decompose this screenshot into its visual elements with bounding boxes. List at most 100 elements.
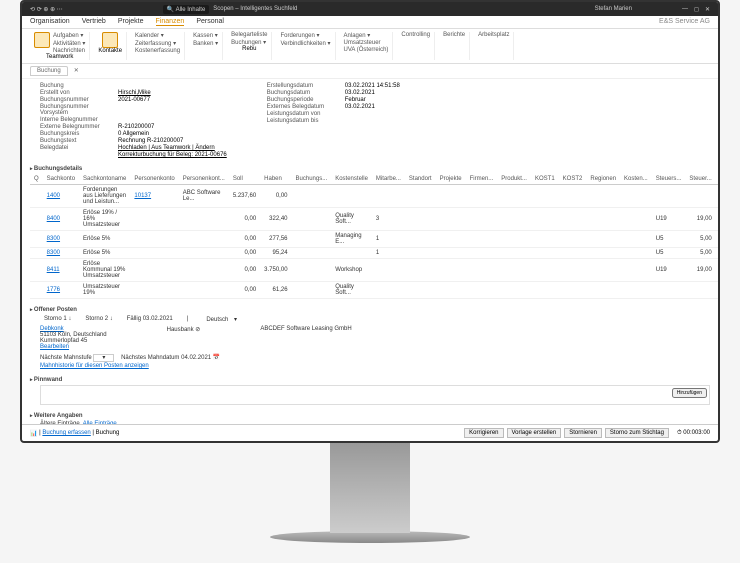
meta-label: Leistungsdatum von (267, 111, 337, 117)
add-pin-button[interactable]: Hinzufügen (672, 388, 707, 398)
document-tab[interactable]: Buchung (30, 66, 68, 76)
pinnwand-header[interactable]: Pinnwand (30, 375, 710, 385)
company-name: ABCDEF Software Leasing GmbH (260, 326, 351, 350)
tab-finanzen[interactable]: Finanzen (156, 18, 185, 26)
col-header[interactable]: KOST1 (531, 174, 559, 185)
breadcrumb-1[interactable]: Buchung erfassen (42, 430, 90, 436)
meta-value[interactable]: Korrekturbuchung für Beleg: 2021-00676 (118, 152, 227, 158)
breadcrumb-2: Buchung (96, 430, 120, 436)
meta-value: 0 Allgemein (118, 131, 149, 137)
open-items-header[interactable]: Offener Posten (30, 305, 710, 315)
ribbon: Aufgaben ▾Aktivitäten ▾NachrichtenTeamwo… (22, 29, 718, 64)
language-select[interactable]: Deutsch ▾ (198, 315, 241, 324)
col-header[interactable]: Sachkontoname (79, 174, 130, 185)
ribbon-item[interactable]: Verbindlichkeiten ▾ (280, 40, 330, 47)
meta-label: Buchungsnummer (40, 97, 110, 103)
ribbon-item[interactable]: Controlling (401, 32, 430, 38)
meta-value: 03.02.2021 (345, 104, 375, 110)
ribbon-item[interactable]: Kostenerfassung (135, 48, 180, 54)
maximize-icon[interactable]: ◻ (694, 6, 699, 13)
col-header[interactable]: KOST2 (559, 174, 587, 185)
tab-vertrieb[interactable]: Vertrieb (82, 18, 106, 26)
ribbon-item[interactable]: Kassen ▾ (193, 32, 218, 39)
col-header[interactable]: Haben (260, 174, 291, 185)
ribbon-item[interactable]: Aufgaben ▾ (53, 32, 85, 39)
table-row[interactable]: 1400Forderungen aus Lieferungen und Leis… (30, 185, 718, 208)
ribbon-item[interactable]: Forderungen ▾ (280, 32, 330, 39)
table-row[interactable]: 1776Umsatzsteuer 19%0,0061,26Quality Sof… (30, 282, 718, 299)
col-header[interactable]: Produkt... (497, 174, 531, 185)
weitere-header[interactable]: Weitere Angaben (30, 411, 710, 421)
close-icon[interactable]: ✕ (705, 6, 710, 13)
col-header[interactable]: Projekte (436, 174, 466, 185)
action-button[interactable]: Storno zum Stichtag (605, 428, 669, 438)
meta-value: Rechnung R-210200007 (118, 138, 183, 144)
col-header[interactable]: Steuers... (652, 174, 686, 185)
meta-label: Leistungsdatum bis (267, 118, 337, 124)
meta-value: R-210200007 (118, 124, 154, 130)
meta-label: Buchungsperiode (267, 97, 337, 103)
mahnstufe-select[interactable]: ▾ (93, 354, 114, 362)
col-header[interactable]: Mitarbe... (372, 174, 405, 185)
ribbon-item[interactable]: Anlagen ▾ (344, 32, 389, 39)
ribbon-item[interactable]: Zeiterfassung ▾ (135, 40, 180, 47)
tab-projekte[interactable]: Projekte (118, 18, 144, 26)
col-header[interactable]: G... (716, 174, 718, 185)
ribbon-item[interactable]: Belegarteliste (231, 32, 267, 38)
meta-label: Erstellt von (40, 90, 110, 96)
col-header[interactable]: Kostenstelle (331, 174, 372, 185)
meta-value[interactable]: Hirschi,Mike (118, 90, 151, 96)
edit-link[interactable]: Bearbeiten (40, 344, 107, 350)
table-row[interactable]: 8300Erlöse 5%0,00277,56Managing E...1U55… (30, 231, 718, 248)
mahndatum-label: Nächstes Mahndatum (121, 355, 179, 361)
ribbon-item[interactable]: UVA (Österreich) (344, 47, 389, 53)
col-header[interactable]: Firmen... (466, 174, 498, 185)
col-header[interactable]: Q (30, 174, 43, 185)
col-header[interactable]: Kosten... (620, 174, 652, 185)
global-search[interactable]: 🔍 Alle Inhalte (163, 5, 210, 14)
tab-organisation[interactable]: Organisation (30, 18, 70, 26)
table-row[interactable]: 8300Erlöse 5%0,0095,241U55,00 (30, 248, 718, 259)
col-header[interactable]: Soll (229, 174, 260, 185)
tab-close-icon[interactable]: ✕ (68, 66, 85, 76)
company-label: E&S Service AG (659, 18, 710, 26)
ribbon-item[interactable]: Arbeitsplatz (478, 32, 509, 38)
table-row[interactable]: 8411Erlöse Kommunal 19% Umsatzsteuer0,00… (30, 259, 718, 282)
minimize-icon[interactable]: — (682, 6, 688, 13)
col-header[interactable]: Standort (405, 174, 436, 185)
col-header[interactable]: Personenkonto (130, 174, 178, 185)
col-header[interactable]: Steuer... (685, 174, 715, 185)
ribbon-item[interactable]: Kalender ▾ (135, 32, 180, 39)
col-header[interactable]: Personenkont... (179, 174, 229, 185)
meta-label: Externe Belegnummer (40, 124, 110, 130)
storno-tab-2[interactable]: Storno 2 ↓ (81, 315, 116, 324)
ribbon-item[interactable]: Berichte (443, 32, 465, 38)
ribbon-group-label: Teamwork (46, 54, 73, 60)
table-row[interactable]: 8400Erlöse 19% / 16% Umsatzsteuer0,00322… (30, 208, 718, 231)
action-button[interactable]: Stornieren (564, 428, 602, 438)
meta-label (40, 152, 110, 158)
storno-tab-1[interactable]: Storno 1 ↓ (40, 315, 75, 324)
action-button[interactable]: Vorlage erstellen (507, 428, 562, 438)
col-header[interactable]: Sachkonto (43, 174, 79, 185)
tab-personal[interactable]: Personal (196, 18, 224, 26)
meta-value: Februar (345, 97, 366, 103)
action-button[interactable]: Korrigieren (464, 428, 503, 438)
ribbon-item[interactable]: Umsatzsteuer (344, 40, 389, 46)
mahndatum-input[interactable]: 04.02.2021 (181, 355, 211, 361)
meta-value[interactable]: Hochladen | Aus Teamwork | Ändern (118, 145, 215, 151)
ribbon-item[interactable]: Aktivitäten ▾ (53, 40, 85, 47)
ribbon-big-icon[interactable] (34, 32, 50, 48)
chart-icon[interactable]: 📊 (30, 430, 37, 437)
booking-details-table: QSachkontoSachkontonamePersonenkontoPers… (30, 174, 718, 299)
mahnhistorie-link[interactable]: Mahnhistorie für diesen Posten anzeigen (40, 363, 710, 369)
details-header[interactable]: Buchungsdetails (30, 164, 710, 174)
ribbon-big-icon[interactable] (102, 32, 118, 48)
meta-value: 2021-00677 (118, 97, 150, 103)
meta-label: Buchungsdatum (267, 90, 337, 96)
col-header[interactable]: Buchungs... (292, 174, 332, 185)
current-user[interactable]: Stefan Marien (595, 6, 632, 12)
col-header[interactable]: Regionen (586, 174, 620, 185)
ribbon-item[interactable]: Banken ▾ (193, 40, 218, 47)
ribbon-item[interactable]: Buchungen ▾ (231, 39, 267, 46)
